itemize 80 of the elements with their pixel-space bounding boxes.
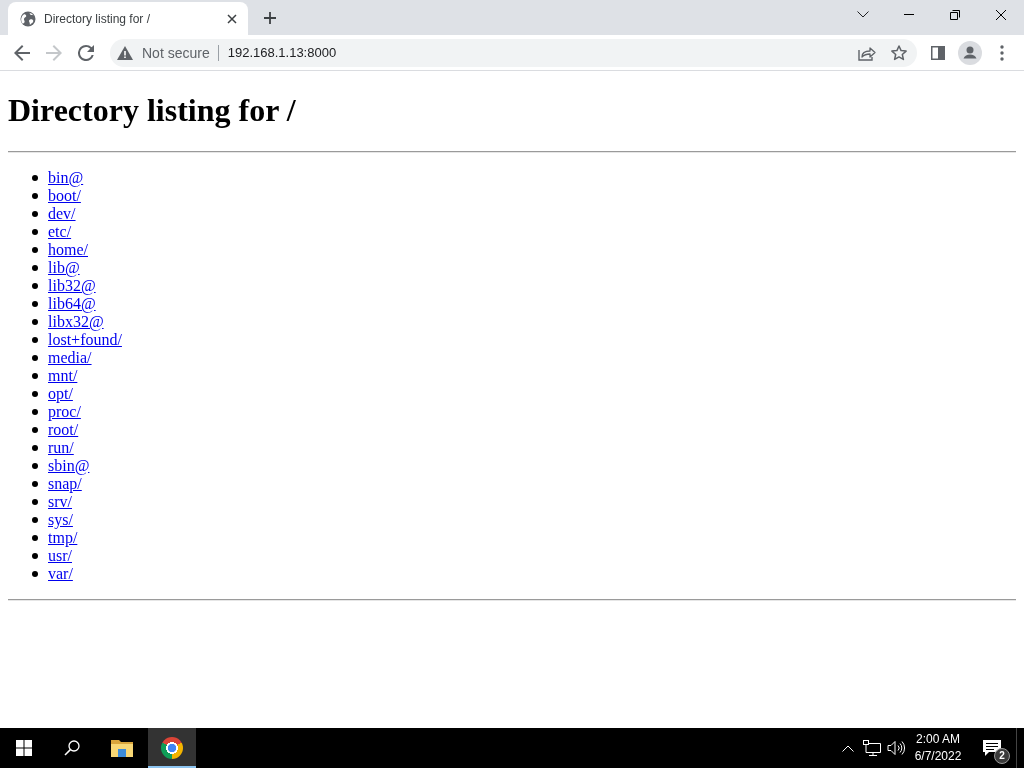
minimize-icon [904, 14, 914, 15]
browser-logo-icon [161, 737, 183, 759]
directory-link[interactable]: root/ [48, 421, 79, 439]
directory-link[interactable]: lost+found/ [48, 331, 122, 349]
notification-count: 2 [994, 748, 1010, 764]
bullet-icon [32, 571, 38, 577]
bullet-icon [32, 229, 38, 235]
search-icon [64, 740, 80, 756]
address-bar[interactable]: Not secure 192.168.1.13:8000 [110, 38, 917, 67]
page-heading: Directory listing for / [8, 92, 297, 129]
browser-tab[interactable]: Directory listing for / [8, 2, 248, 35]
directory-link[interactable]: boot/ [48, 187, 81, 205]
speaker-icon [887, 740, 905, 756]
bullet-icon [32, 517, 38, 523]
directory-link[interactable]: lib@ [48, 259, 80, 277]
bullet-icon [32, 211, 38, 217]
directory-link[interactable]: opt/ [48, 385, 73, 403]
back-arrow-icon [14, 44, 30, 61]
bullet-icon [32, 427, 38, 433]
security-button[interactable]: Not secure [113, 40, 214, 65]
directory-link[interactable]: home/ [48, 241, 88, 259]
bullet-icon [32, 193, 38, 199]
chevron-up-icon [842, 744, 854, 752]
reload-icon [78, 44, 94, 61]
close-icon [996, 9, 1006, 20]
url-text[interactable]: 192.168.1.13:8000 [227, 45, 337, 60]
bullet-icon [32, 499, 38, 505]
directory-link[interactable]: snap/ [48, 475, 82, 493]
directory-link[interactable]: var/ [48, 565, 73, 583]
directory-link[interactable]: srv/ [48, 493, 72, 511]
forward-arrow-icon [46, 44, 62, 61]
grid-icon [16, 740, 32, 756]
clock-time: 2:00 AM [916, 731, 960, 748]
bullet-icon [32, 463, 38, 469]
bullet-icon [32, 319, 38, 325]
globe-icon [20, 10, 36, 27]
bullet-icon [32, 535, 38, 541]
directory-link[interactable]: run/ [48, 439, 74, 457]
bullet-icon [32, 409, 38, 415]
warning-icon [117, 45, 133, 60]
close-icon [227, 13, 237, 24]
directory-link[interactable]: usr/ [48, 547, 72, 565]
directory-link[interactable]: proc/ [48, 403, 81, 421]
clock-date: 6/7/2022 [914, 748, 962, 765]
bullet-icon [32, 175, 38, 181]
bullet-icon [32, 337, 38, 343]
bullet-icon [32, 481, 38, 487]
chevron-down-icon [857, 10, 869, 18]
side-panel-icon [931, 45, 945, 60]
directory-link[interactable]: dev/ [48, 205, 76, 223]
directory-link[interactable]: bin@ [48, 169, 84, 187]
notification-button[interactable]: 2 [968, 728, 1016, 768]
directory-link[interactable]: sys/ [48, 511, 73, 529]
directory-link[interactable]: tmp/ [48, 529, 78, 547]
directory-link[interactable]: media/ [48, 349, 92, 367]
restore-icon [950, 9, 960, 20]
avatar-icon [958, 40, 982, 65]
directory-link[interactable]: lib32@ [48, 277, 96, 295]
bullet-icon [32, 283, 38, 289]
directory-link[interactable]: lib64@ [48, 295, 96, 313]
bullet-icon [32, 247, 38, 253]
bullet-icon [32, 265, 38, 271]
bullet-icon [32, 373, 38, 379]
plus-icon [264, 11, 276, 24]
profile-button[interactable] [956, 38, 984, 67]
star-icon [891, 44, 907, 61]
bullet-icon [32, 301, 38, 307]
taskbar-button[interactable] [148, 728, 196, 768]
directory-link[interactable]: etc/ [48, 223, 72, 241]
menu-icon [1000, 44, 1004, 61]
folder-icon [111, 739, 133, 757]
bullet-icon [32, 355, 38, 361]
bullet-icon [32, 553, 38, 559]
directory-link[interactable]: sbin@ [48, 457, 90, 475]
bullet-icon [32, 445, 38, 451]
directory-link[interactable]: mnt/ [48, 367, 78, 385]
network-icon [863, 740, 881, 756]
bullet-icon [32, 391, 38, 397]
directory-link[interactable]: libx32@ [48, 313, 104, 331]
clock-button[interactable]: 2:00 AM 6/7/2022 [908, 728, 968, 768]
